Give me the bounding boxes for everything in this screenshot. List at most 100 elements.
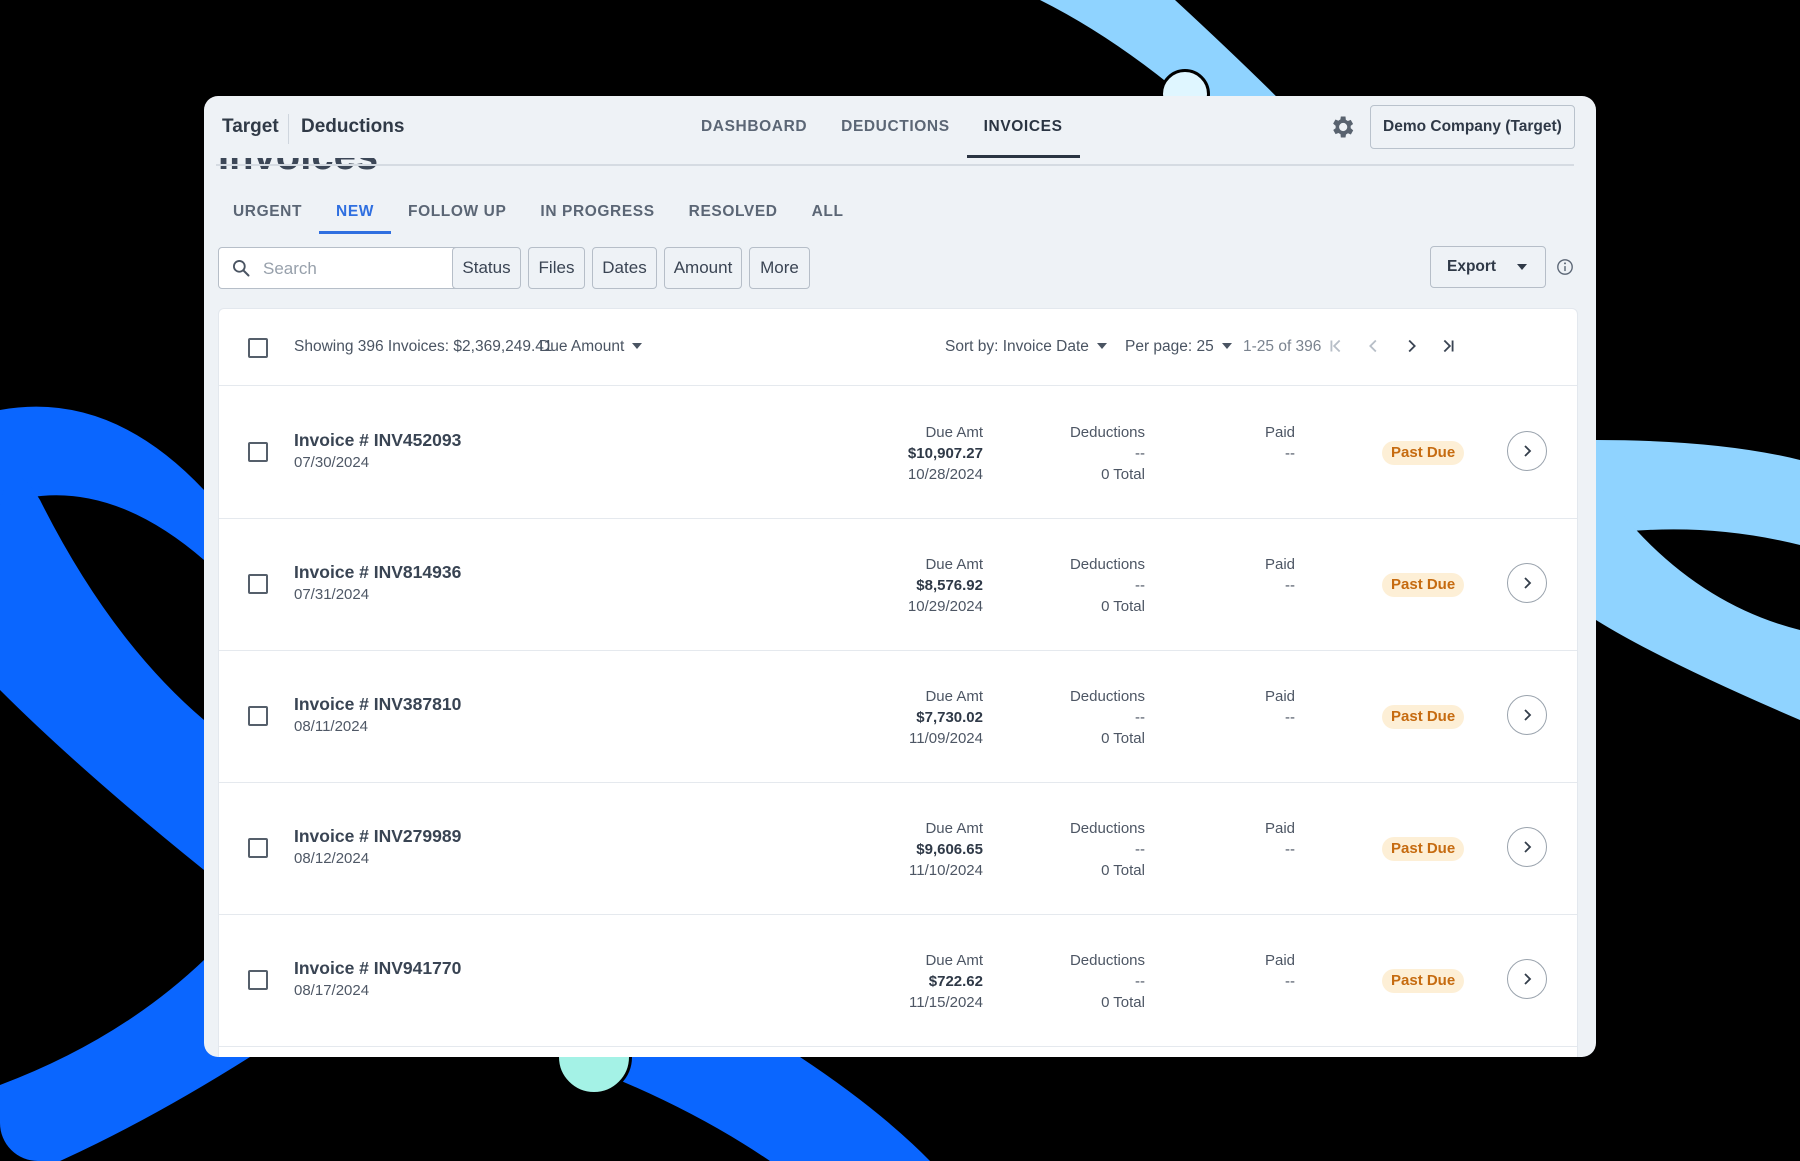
invoice-number[interactable]: Invoice # INV279989	[294, 826, 461, 847]
search-icon	[233, 260, 250, 277]
caret-down-icon	[632, 343, 643, 349]
dates-filter-button[interactable]: Dates	[592, 247, 657, 289]
chevron-right-icon	[1524, 709, 1532, 721]
deductions-value: --	[1135, 577, 1145, 594]
deductions-column: Deductions -- 0 Total	[1070, 686, 1145, 749]
table-row[interactable]: Invoice # INV814936 07/31/2024 Due Amt $…	[219, 518, 1577, 651]
deductions-value: --	[1135, 841, 1145, 858]
table-row[interactable]: Invoice # INV941770 08/17/2024 Due Amt $…	[219, 914, 1577, 1047]
row-checkbox[interactable]	[248, 970, 268, 990]
row-checkbox[interactable]	[248, 442, 268, 462]
export-button[interactable]: Export	[1430, 246, 1546, 288]
table-row[interactable]: Invoice # INV452093 07/30/2024 Due Amt $…	[219, 386, 1577, 519]
deductions-total: 0 Total	[1101, 862, 1145, 879]
deductions-label: Deductions	[1069, 820, 1145, 837]
paid-value: --	[1285, 445, 1295, 462]
status-tabs: URGENT NEW FOLLOW UP IN PROGRESS RESOLVE…	[216, 192, 861, 234]
more-filter-button[interactable]: More	[749, 247, 810, 289]
last-page-icon[interactable]	[1437, 335, 1459, 357]
select-all-checkbox[interactable]	[248, 338, 268, 358]
deductions-column: Deductions -- 0 Total	[1070, 554, 1145, 617]
due-date: 10/29/2024	[907, 598, 983, 615]
due-date: 10/28/2024	[907, 466, 983, 483]
deductions-column: Deductions -- 0 Total	[1070, 422, 1145, 485]
deductions-total: 0 Total	[1101, 466, 1145, 483]
due-date: 11/09/2024	[909, 730, 983, 747]
sort-dropdown[interactable]: Sort by: Invoice Date	[945, 338, 1107, 356]
tab-new[interactable]: NEW	[319, 192, 391, 234]
invoice-number[interactable]: Invoice # INV452093	[294, 430, 461, 451]
due-label: Due Amt	[925, 952, 983, 969]
status-filter-button[interactable]: Status	[452, 247, 521, 289]
open-invoice-button[interactable]	[1507, 695, 1547, 735]
nav-dashboard[interactable]: DASHBOARD	[684, 96, 824, 164]
invoice-number[interactable]: Invoice # INV941770	[294, 958, 461, 979]
tab-resolved[interactable]: RESOLVED	[672, 192, 795, 232]
tab-in-progress[interactable]: IN PROGRESS	[523, 192, 671, 232]
due-date: 11/10/2024	[909, 862, 983, 879]
status-badge: Past Due	[1382, 969, 1465, 993]
due-column: Due Amt $7,730.02 11/09/2024	[909, 686, 983, 749]
tab-all[interactable]: ALL	[795, 192, 861, 232]
page-title: Invoices	[218, 158, 378, 174]
first-page-icon[interactable]	[1325, 335, 1347, 357]
chevron-right-icon	[1524, 973, 1532, 985]
nav-invoices[interactable]: INVOICES	[966, 96, 1080, 164]
table-row[interactable]: Invoice # INV387810 08/11/2024 Due Amt $…	[219, 650, 1577, 783]
tab-urgent[interactable]: URGENT	[216, 192, 319, 232]
paid-label: Paid	[1264, 688, 1295, 705]
paid-value: --	[1285, 577, 1295, 594]
row-checkbox[interactable]	[248, 838, 268, 858]
due-amount: $722.62	[928, 973, 983, 990]
search-box[interactable]	[218, 247, 474, 289]
deductions-value: --	[1135, 973, 1145, 990]
chevron-right-icon	[1524, 445, 1532, 457]
paid-column: Paid --	[1265, 950, 1295, 992]
header-divider	[216, 164, 1574, 166]
status-badge: Past Due	[1382, 573, 1465, 597]
list-header: Showing 396 Invoices: $2,369,249.41 Due …	[219, 309, 1577, 386]
paid-column: Paid --	[1265, 818, 1295, 860]
paid-value: --	[1285, 973, 1295, 990]
status-badge: Past Due	[1382, 837, 1465, 861]
paid-label: Paid	[1264, 820, 1295, 837]
previous-page-icon[interactable]	[1363, 335, 1385, 357]
per-page-dropdown[interactable]: Per page: 25	[1125, 338, 1232, 356]
deductions-label: Deductions	[1069, 688, 1145, 705]
due-column: Due Amt $722.62 11/15/2024	[909, 950, 983, 1013]
next-page-icon[interactable]	[1400, 335, 1422, 357]
invoice-number[interactable]: Invoice # INV814936	[294, 562, 461, 583]
tab-follow-up[interactable]: FOLLOW UP	[391, 192, 523, 232]
deductions-total: 0 Total	[1101, 730, 1145, 747]
paid-label: Paid	[1264, 952, 1295, 969]
nav-deductions[interactable]: DEDUCTIONS	[824, 96, 966, 164]
search-input[interactable]	[261, 256, 465, 282]
deductions-total: 0 Total	[1101, 598, 1145, 615]
open-invoice-button[interactable]	[1507, 959, 1547, 999]
invoice-number[interactable]: Invoice # INV387810	[294, 694, 461, 715]
deductions-label: Deductions	[1069, 556, 1145, 573]
export-label: Export	[1447, 258, 1497, 275]
open-invoice-button[interactable]	[1507, 431, 1547, 471]
deductions-column: Deductions -- 0 Total	[1070, 950, 1145, 1013]
company-switcher-button[interactable]: Demo Company (Target)	[1370, 105, 1575, 149]
brand-name[interactable]: Target	[222, 116, 279, 138]
open-invoice-button[interactable]	[1507, 827, 1547, 867]
row-checkbox[interactable]	[248, 706, 268, 726]
info-icon[interactable]	[1556, 258, 1574, 276]
chevron-right-icon	[1524, 577, 1532, 589]
deductions-total: 0 Total	[1101, 994, 1145, 1011]
open-invoice-button[interactable]	[1507, 563, 1547, 603]
due-label: Due Amt	[925, 556, 983, 573]
due-label: Due Amt	[925, 820, 983, 837]
gear-icon[interactable]	[1328, 113, 1356, 141]
paid-column: Paid --	[1265, 422, 1295, 464]
due-amount-dropdown[interactable]: Due Amount	[539, 338, 643, 356]
due-amount: $10,907.27	[907, 445, 983, 462]
section-name[interactable]: Deductions	[301, 116, 404, 138]
row-checkbox[interactable]	[248, 574, 268, 594]
amount-filter-button[interactable]: Amount	[664, 247, 742, 289]
invoice-date: 08/11/2024	[294, 718, 368, 735]
files-filter-button[interactable]: Files	[528, 247, 585, 289]
table-row[interactable]: Invoice # INV279989 08/12/2024 Due Amt $…	[219, 782, 1577, 915]
